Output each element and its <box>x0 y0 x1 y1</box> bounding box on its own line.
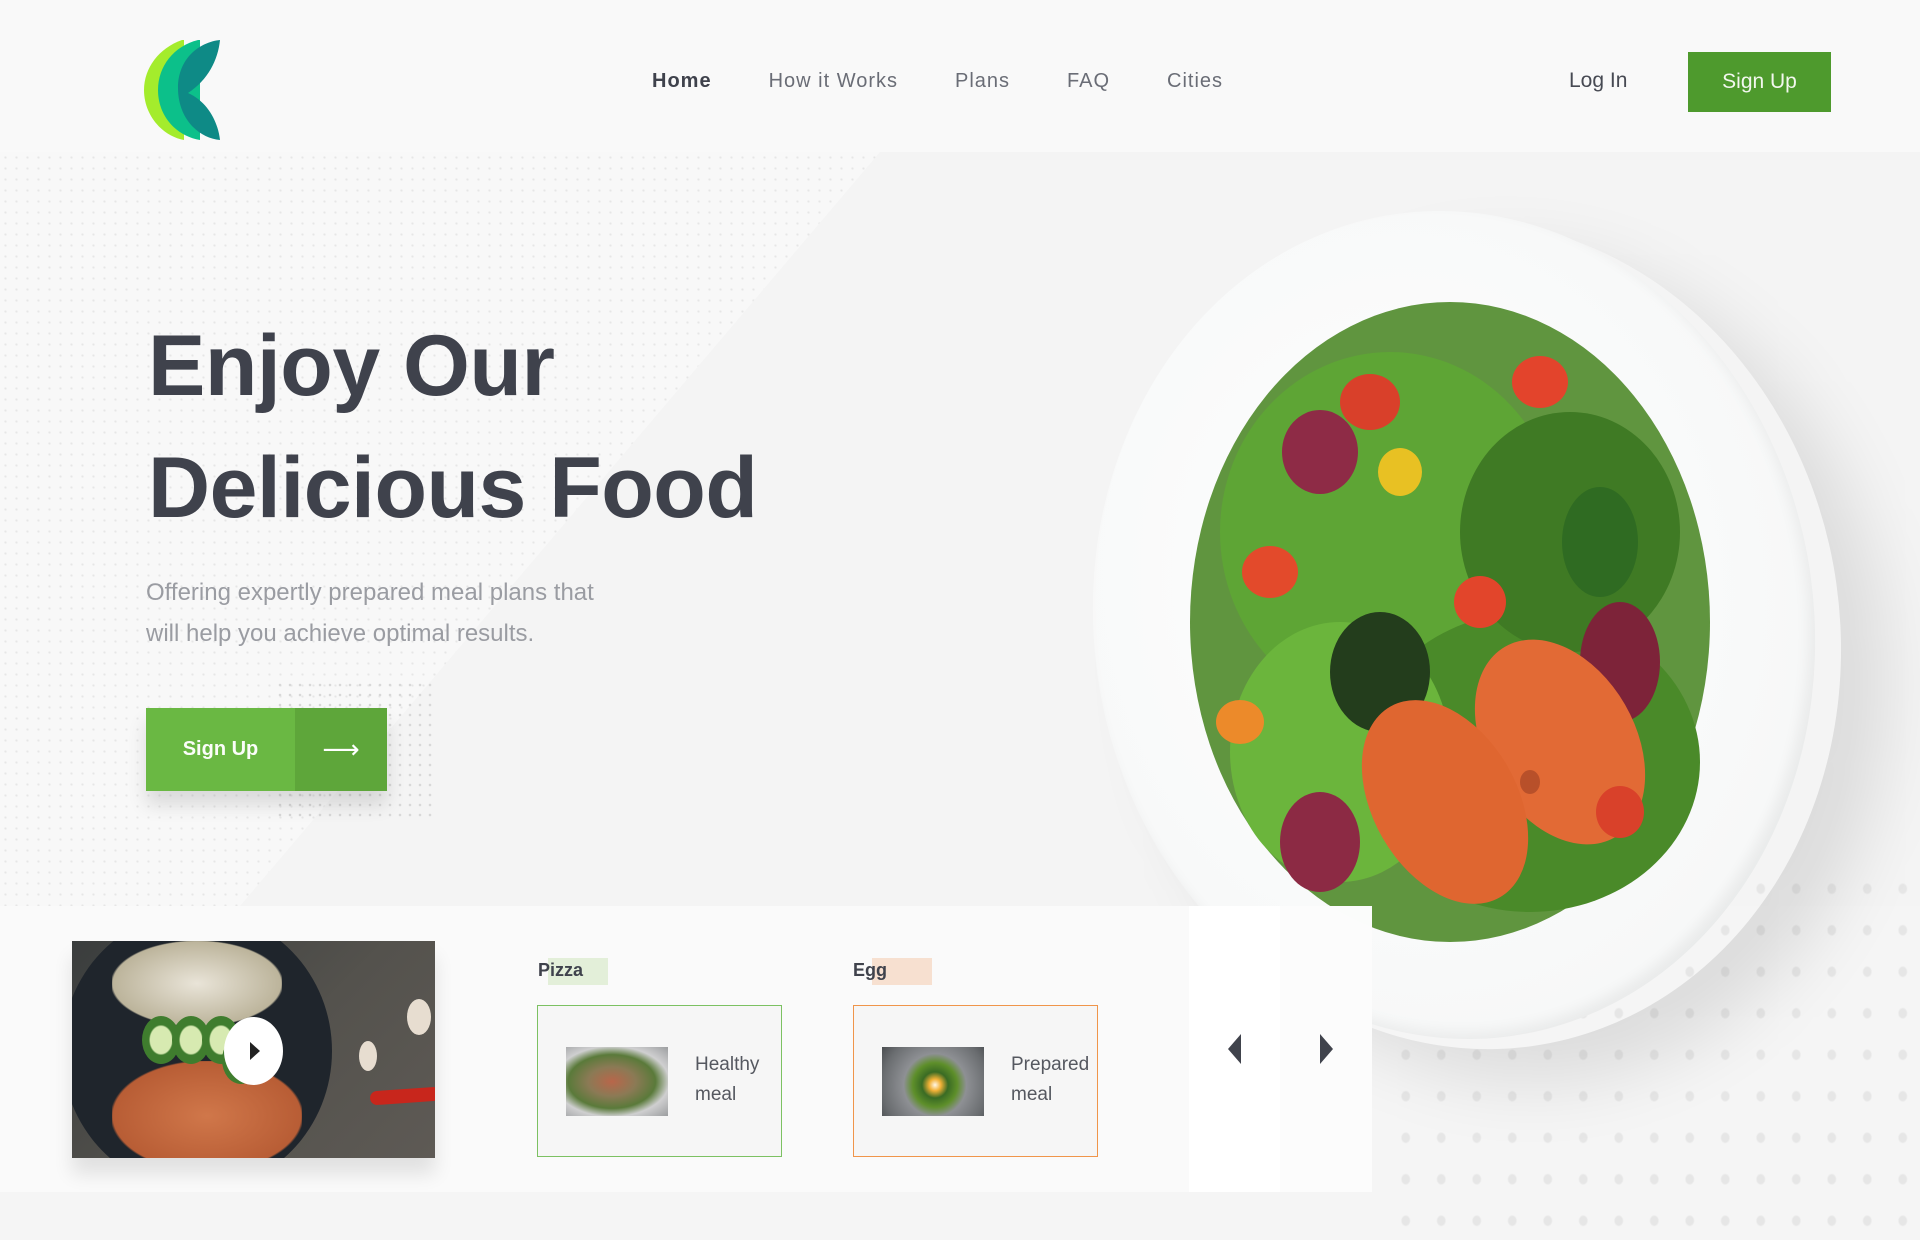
hero-subtitle: Offering expertly prepared meal plans th… <box>146 572 666 654</box>
nav-plans[interactable]: Plans <box>955 66 1010 96</box>
thumbnail-garlic <box>407 999 431 1035</box>
hero-title-line-2: Delicious Food <box>148 440 758 536</box>
hero-signup-label: Sign Up <box>146 708 295 791</box>
nav-home[interactable]: Home <box>652 66 712 96</box>
signup-button[interactable]: Sign Up <box>1688 52 1831 112</box>
salmon-salad-illustration <box>1190 302 1710 942</box>
meal-thumbnail-pizza <box>566 1047 668 1116</box>
meal-card-healthy[interactable]: Healthy meal <box>537 1005 782 1157</box>
chevron-right-icon <box>1319 1034 1333 1064</box>
brand-logo[interactable] <box>144 40 220 140</box>
meal-label-line-1: Healthy <box>695 1054 760 1075</box>
nav-faq[interactable]: FAQ <box>1067 66 1110 96</box>
site-header: Home How it Works Plans FAQ Cities Log I… <box>0 0 1920 152</box>
meal-card-label: Healthy meal <box>695 1050 779 1110</box>
meal-card-label: Prepared meal <box>1011 1050 1095 1110</box>
meal-tag-pizza: Pizza <box>538 960 584 980</box>
carousel-next-button[interactable] <box>1280 906 1372 1192</box>
meal-label-line-2: meal <box>1011 1084 1053 1105</box>
meal-label-line-1: Prepared <box>1011 1054 1090 1075</box>
hero-subtitle-line-1: Offering expertly prepared meal plans th… <box>146 579 594 606</box>
main-nav: Home How it Works Plans FAQ Cities <box>652 66 1280 96</box>
play-icon <box>250 1042 260 1060</box>
meal-thumbnail-egg <box>882 1047 984 1116</box>
meal-card-prepared[interactable]: Prepared meal <box>853 1005 1098 1157</box>
hero-title-line-1: Enjoy Our <box>148 318 555 414</box>
arrow-right-icon: ⟶ <box>295 708 387 791</box>
hero-signup-button[interactable]: Sign Up ⟶ <box>146 708 387 791</box>
nav-how-it-works[interactable]: How it Works <box>769 66 898 96</box>
thumbnail-slaw <box>112 941 282 1026</box>
play-button[interactable] <box>224 1017 283 1085</box>
chevron-left-icon <box>1228 1034 1241 1064</box>
carousel-prev-button[interactable] <box>1189 906 1280 1192</box>
nav-cities[interactable]: Cities <box>1167 66 1223 96</box>
hero-subtitle-line-2: will help you achieve optimal results. <box>146 620 535 647</box>
meal-label-line-2: meal <box>695 1084 737 1105</box>
hero-title: Enjoy Our Delicious Food <box>148 305 758 549</box>
meal-tag-egg: Egg <box>853 960 887 980</box>
thumbnail-chili <box>369 1086 435 1106</box>
login-link[interactable]: Log In <box>1569 66 1627 96</box>
thumbnail-garlic <box>359 1041 377 1071</box>
